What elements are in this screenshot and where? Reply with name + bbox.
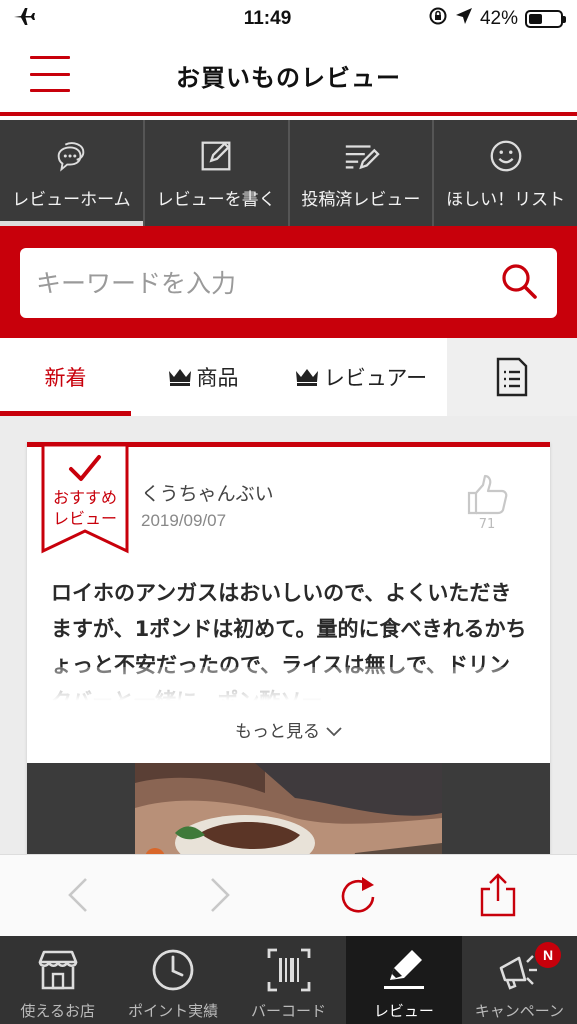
tab-document-list[interactable] [447, 338, 577, 416]
tab-label: 使えるお店 [20, 1002, 95, 1020]
sort-tabs: 新着 商品 レビュアー [0, 338, 577, 416]
notification-badge: N [535, 942, 562, 968]
tab-newest[interactable]: 新着 [0, 338, 131, 416]
reload-icon[interactable] [336, 873, 380, 917]
reviewer-name[interactable]: くうちゃんぶい [141, 479, 274, 506]
smiley-icon [490, 140, 522, 171]
top-nav: レビューホーム レビューを書く 投稿済レビュー ほしい！リスト [0, 120, 577, 226]
nav-label: レビューホーム [12, 189, 131, 210]
tab-label: キャンペーン [474, 1002, 564, 1020]
status-bar: 11:49 42% [0, 0, 577, 38]
nav-review-home[interactable]: レビューホーム [0, 120, 145, 226]
tab-reviewers-ranking[interactable]: レビュアー [273, 338, 447, 416]
tab-review[interactable]: レビュー [346, 936, 462, 1024]
tab-label: バーコード [251, 1002, 327, 1020]
tab-label: レビュアー [323, 366, 428, 390]
page-title: お買いものレビュー [176, 63, 401, 92]
battery-icon [524, 10, 566, 28]
review-feed: おすすめ レビュー くうちゃんぶい 2019/09/07 71 ロイホのアンガス… [0, 416, 577, 854]
back-arrow-icon[interactable] [58, 873, 102, 917]
browser-toolbar [0, 854, 577, 936]
nav-posted-reviews[interactable]: 投稿済レビュー [290, 120, 435, 226]
ribbon-label: おすすめ [52, 488, 117, 507]
status-time: 11:49 [243, 8, 292, 29]
airplane-icon [12, 6, 36, 32]
tab-campaign[interactable]: キャンペーン N [462, 936, 577, 1024]
tab-products-ranking[interactable]: 商品 [131, 338, 273, 416]
edit-icon [201, 141, 231, 170]
recommended-ribbon: おすすめ レビュー [41, 445, 129, 555]
text-fade [27, 667, 550, 715]
review-photo-strip [27, 763, 550, 854]
review-date: 2019/09/07 [141, 511, 227, 530]
tab-points[interactable]: ポイント実績 [115, 936, 230, 1024]
tab-stores[interactable]: 使えるお店 [0, 936, 115, 1024]
store-icon [38, 950, 78, 990]
chevron-down-icon [326, 722, 342, 742]
search-band [0, 226, 577, 338]
show-more-button[interactable]: もっと見る [27, 717, 550, 742]
chat-bubbles-icon [58, 141, 85, 172]
nav-label: 投稿済レビュー [301, 189, 421, 210]
document-list-icon [496, 357, 528, 397]
barcode-icon [267, 948, 310, 992]
crown-icon [168, 369, 191, 386]
hamburger-menu-icon[interactable] [30, 56, 70, 92]
search-icon[interactable] [499, 261, 539, 305]
battery-percent: 42% [479, 8, 518, 29]
bottom-tab-bar: 使えるお店 ポイント実績 バーコード レビュー キャンペーン N [0, 936, 577, 1024]
tab-label: ポイント実績 [128, 1002, 219, 1020]
show-more-label: もっと見る [235, 722, 320, 742]
app-header: お買いものレビュー [0, 38, 577, 116]
pencil-icon [383, 950, 424, 989]
nav-write-review[interactable]: レビューを書く [145, 120, 290, 226]
orientation-lock-icon [428, 6, 448, 32]
search-box [20, 248, 557, 318]
crown-icon [295, 369, 318, 386]
share-icon[interactable] [476, 873, 520, 917]
review-photo[interactable] [135, 763, 442, 854]
nav-label: ほしい！リスト [446, 189, 566, 210]
battery-level [528, 14, 542, 24]
location-arrow-icon [455, 7, 473, 31]
posted-list-icon [345, 144, 380, 169]
like-count: 71 [478, 517, 496, 532]
nav-wish-list[interactable]: ほしい！リスト [434, 120, 577, 226]
nav-label: レビューを書く [156, 189, 276, 210]
clock-icon [152, 949, 194, 991]
search-input[interactable] [36, 268, 456, 298]
forward-arrow-icon[interactable] [196, 873, 240, 917]
tab-label: 商品 [196, 366, 239, 390]
tab-label: レビュー [373, 1002, 434, 1020]
review-card[interactable]: おすすめ レビュー くうちゃんぶい 2019/09/07 71 ロイホのアンガス… [27, 442, 550, 854]
tab-barcode[interactable]: バーコード [231, 936, 346, 1024]
thumbs-up-icon[interactable] [465, 473, 509, 517]
ribbon-label: レビュー [52, 509, 117, 528]
tab-label: 新着 [44, 366, 87, 390]
